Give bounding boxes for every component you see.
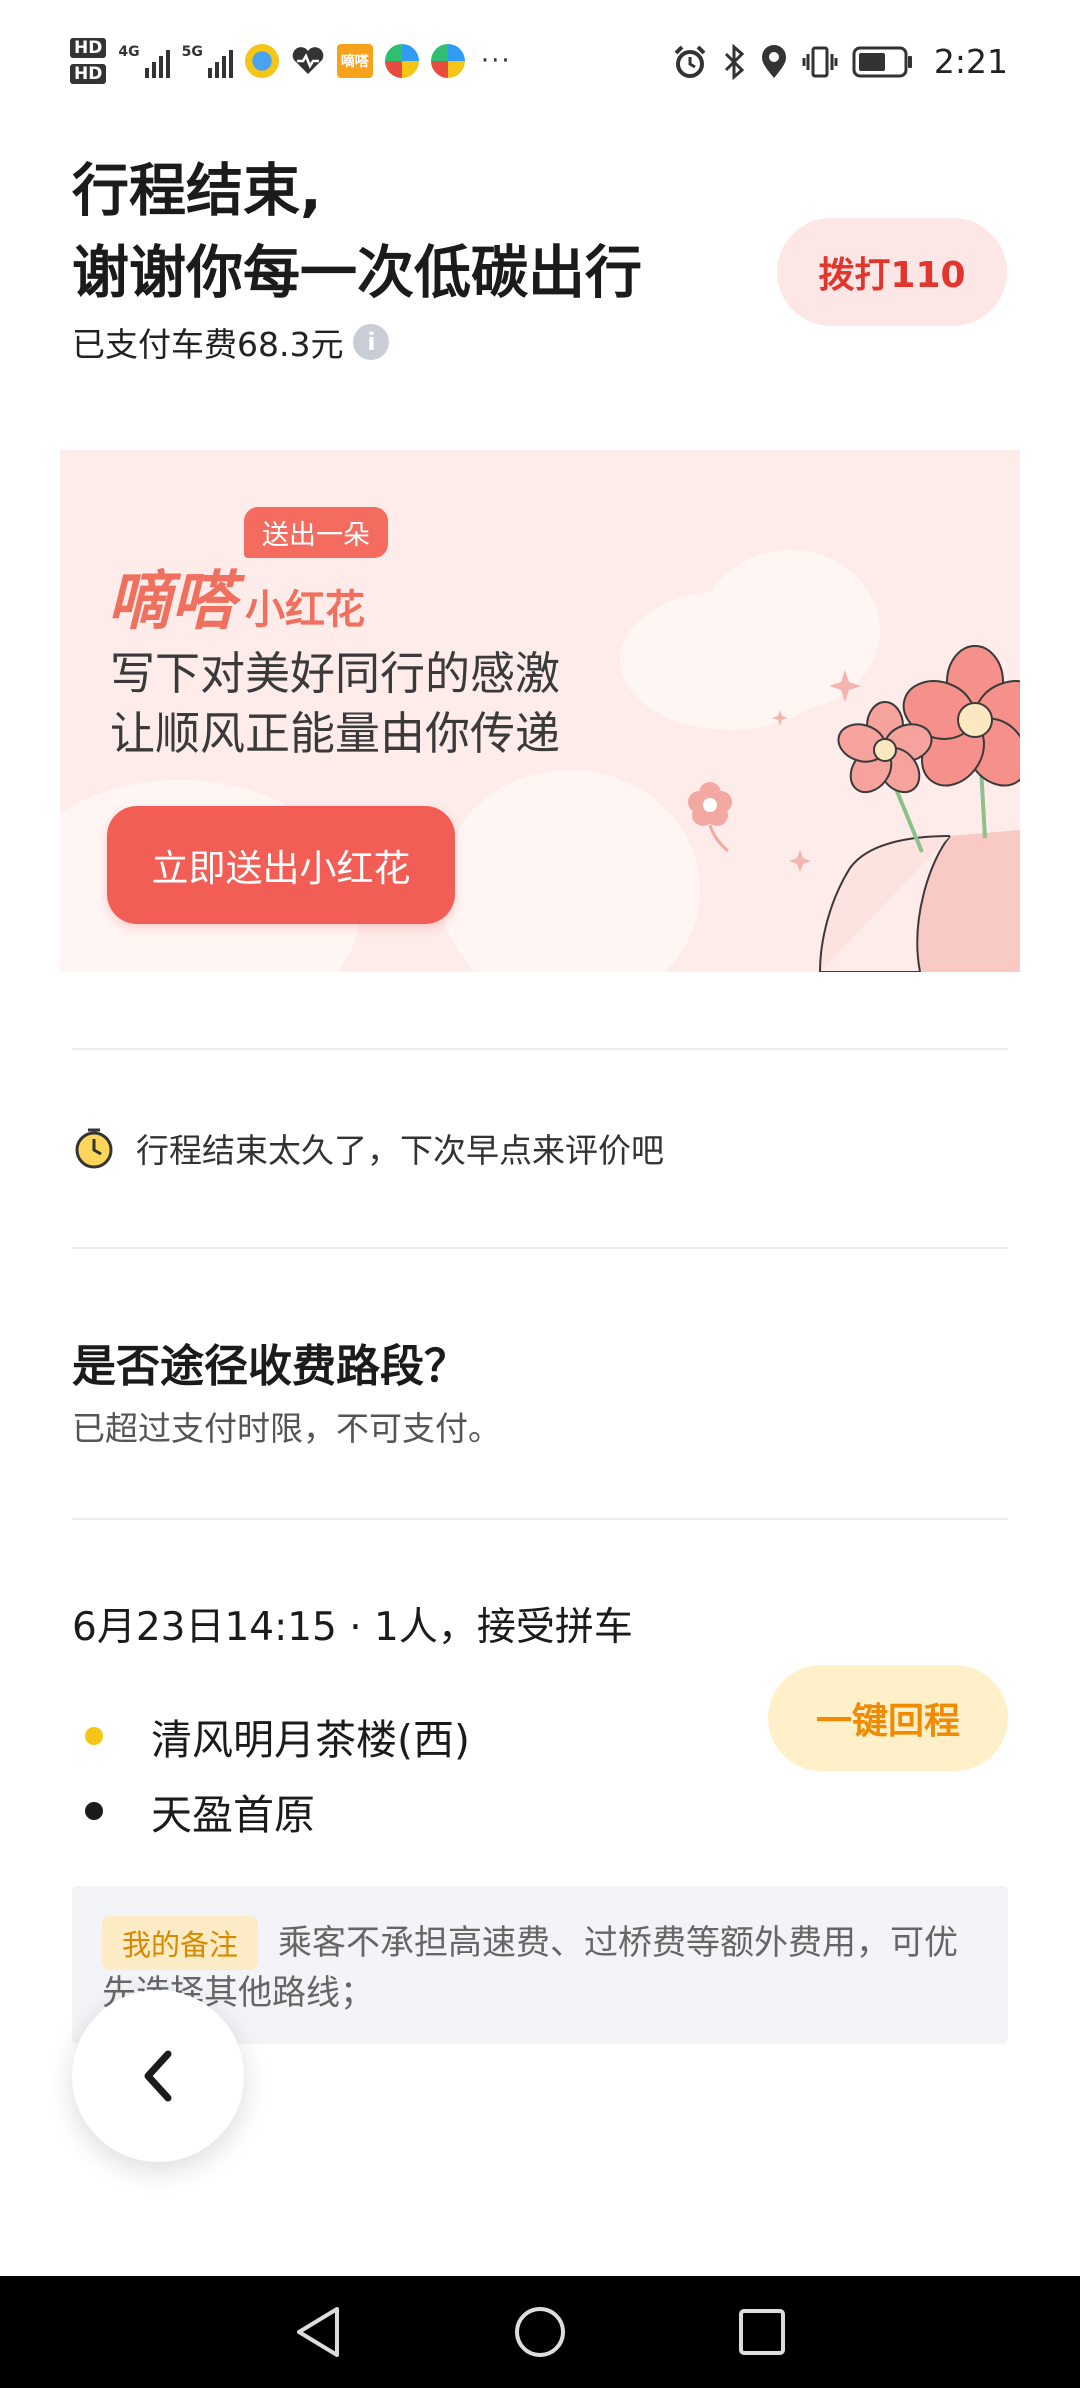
status-bar: HD HD 4G 5G 嘀嗒 ··· 2:21 bbox=[0, 0, 1080, 130]
screen: HD HD 4G 5G 嘀嗒 ··· 2:21 行程结束, 谢谢你每一次低碳出行… bbox=[0, 0, 1080, 2388]
toll-status: 已超过支付时限，不可支付。 bbox=[72, 1409, 501, 1448]
hd1-label: HD bbox=[70, 38, 107, 58]
call-110-button[interactable]: 拨打110 bbox=[777, 218, 1007, 326]
hd2-label: HD bbox=[70, 64, 107, 84]
more-notifications-icon: ··· bbox=[480, 46, 512, 76]
nav-recents-icon[interactable] bbox=[737, 2307, 787, 2357]
review-text: 行程结束太久了，下次早点来评价吧 bbox=[136, 1131, 664, 1170]
status-right: 2:21 bbox=[672, 42, 1008, 81]
divider bbox=[72, 1247, 1008, 1249]
clock: 2:21 bbox=[933, 42, 1008, 81]
bluetooth-icon bbox=[724, 43, 745, 80]
trip-start: 清风明月茶楼(西) bbox=[85, 1706, 470, 1766]
fare-paid: 已支付车费68.3元 i bbox=[72, 318, 390, 366]
note-text: 乘客不承担高速费、过桥费等额外费用，可优先选择其他路线； bbox=[102, 1923, 958, 2013]
trip-end: 天盈首原 bbox=[85, 1781, 315, 1841]
divider bbox=[72, 1518, 1008, 1520]
info-icon[interactable]: i bbox=[353, 324, 390, 360]
review-expired-notice: 行程结束太久了，下次早点来评价吧 bbox=[72, 1124, 664, 1172]
title-line-1: 行程结束, bbox=[72, 158, 322, 224]
nav-home-icon[interactable] bbox=[513, 2305, 567, 2359]
one-tap-return-button[interactable]: 一键回程 bbox=[768, 1665, 1008, 1771]
battery-icon bbox=[852, 46, 912, 77]
divider bbox=[72, 1048, 1008, 1050]
back-button[interactable] bbox=[72, 1990, 244, 2162]
signal-4g-label: 4G bbox=[118, 44, 140, 60]
nav-back-icon[interactable] bbox=[293, 2305, 343, 2359]
app-notification-icon bbox=[384, 44, 419, 78]
banner-line-2: 让顺风正能量由你传递 bbox=[110, 707, 561, 760]
fare-text: 已支付车费68.3元 bbox=[72, 325, 344, 364]
app-notification-icon bbox=[244, 44, 279, 78]
signal-5g-label: 5G bbox=[181, 44, 203, 60]
signal-5g-icon: 5G bbox=[182, 44, 233, 78]
vibrate-icon bbox=[802, 46, 838, 77]
page-title: 行程结束, 谢谢你每一次低碳出行 bbox=[72, 150, 642, 314]
didi-app-icon: 嘀嗒 bbox=[336, 44, 373, 78]
brand-logo: 嘀嗒 小红花 bbox=[107, 550, 365, 642]
brand-main: 嘀嗒 bbox=[107, 564, 235, 639]
alarm-icon bbox=[674, 45, 706, 78]
app-notification-icon bbox=[430, 44, 465, 78]
end-dot-icon bbox=[85, 1802, 103, 1820]
health-icon bbox=[292, 47, 324, 74]
toll-question: 是否途径收费路段？ bbox=[72, 1341, 468, 1392]
trip-info: 6月23日14:15 · 1人，接受拼车 bbox=[72, 1605, 633, 1650]
brand-sub: 小红花 bbox=[245, 586, 365, 633]
end-location: 天盈首原 bbox=[151, 1791, 315, 1839]
location-icon bbox=[761, 44, 786, 78]
banner-line-1: 写下对美好同行的感激 bbox=[110, 647, 561, 700]
hd-indicator: HD HD bbox=[70, 38, 107, 84]
signal-4g-icon: 4G bbox=[118, 44, 170, 78]
flower-illustration-icon bbox=[688, 645, 1020, 972]
status-left: HD HD 4G 5G 嘀嗒 ··· bbox=[70, 38, 512, 84]
send-flower-banner[interactable]: 送出一朵 嘀嗒 小红花 写下对美好同行的感激 让顺风正能量由你传递 立即送出小红… bbox=[60, 450, 1020, 972]
timer-icon bbox=[75, 1128, 113, 1169]
send-flower-button[interactable]: 立即送出小红花 bbox=[107, 806, 455, 924]
app-badge-label: 嘀嗒 bbox=[340, 54, 369, 70]
banner-slogan: 写下对美好同行的感激 让顺风正能量由你传递 bbox=[110, 644, 560, 764]
title-line-2: 谢谢你每一次低碳出行 bbox=[72, 240, 642, 306]
start-dot-icon bbox=[85, 1727, 103, 1745]
chevron-left-icon bbox=[144, 2050, 172, 2102]
system-nav-bar bbox=[0, 2276, 1080, 2388]
start-location: 清风明月茶楼(西) bbox=[151, 1716, 470, 1764]
